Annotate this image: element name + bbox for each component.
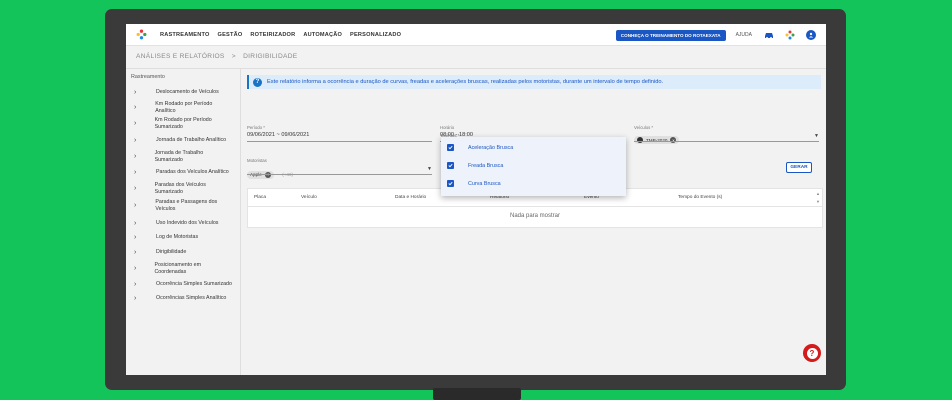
chevron-right-icon: › [134, 104, 137, 112]
monitor-stand [433, 388, 521, 400]
checkbox-checked-icon[interactable] [447, 180, 454, 187]
checkbox-checked-icon[interactable] [447, 162, 454, 169]
sidebar-item[interactable]: › Paradas e Passagens dos Veículos [134, 199, 232, 212]
sidebar-item-label: Deslocamento de Veículos [156, 89, 219, 96]
chevron-right-icon: › [134, 120, 137, 128]
help-link[interactable]: AJUDA [736, 32, 752, 38]
chevron-right-icon: › [134, 249, 137, 256]
top-navigation: RASTREAMENTO GESTÃO ROTEIRIZADOR AUTOMAÇ… [126, 24, 826, 46]
app-logo-icon[interactable] [130, 24, 152, 46]
chevron-right-icon: › [134, 89, 137, 96]
vehicles-label: Veículos * [634, 125, 654, 130]
event-option[interactable]: Curva Brusca [447, 180, 501, 187]
sidebar-item-label: Jornada de Trabalho Analítico [156, 137, 227, 144]
column-header[interactable]: Placa [254, 195, 266, 200]
column-header[interactable]: Data e Horário [395, 195, 426, 200]
column-header[interactable]: Veículo [301, 195, 317, 200]
chevron-right-icon: › [134, 220, 137, 227]
training-button[interactable]: CONHEÇA O TREINAMENTO DO ROTAEXATA [615, 29, 726, 41]
dropdown-arrow-icon[interactable]: ▼ [814, 133, 819, 139]
breadcrumb: ANÁLISES E RELATÓRIOS > DIRIGIBILIDADE [136, 53, 302, 60]
chevron-right-icon: › [134, 137, 137, 144]
chevron-right-icon: › [134, 169, 137, 176]
vehicle-chip[interactable]: TMP-2020 × [634, 136, 680, 144]
sidebar-title: Rastreamento [131, 74, 165, 80]
sidebar-item-label: Posicionamento em Coordenadas [154, 262, 201, 275]
sidebar-item[interactable]: › Km Rodado por Período Sumarizado [134, 117, 226, 130]
vehicle-avatar-icon [637, 137, 643, 143]
breadcrumb-separator: > [231, 53, 236, 60]
period-field[interactable]: Período * 09/06/2021 ~ 09/06/2021 [247, 125, 432, 142]
drivers-field[interactable]: Motoristas Apple × (+46) ▼ [247, 158, 432, 179]
nav-gestao[interactable]: GESTÃO [218, 32, 243, 38]
nav-roteirizador[interactable]: ROTEIRIZADOR [250, 32, 295, 38]
breadcrumb-page: DIRIGIBILIDADE [243, 53, 298, 60]
app-screen: RASTREAMENTO GESTÃO ROTEIRIZADOR AUTOMAÇ… [126, 24, 826, 375]
nav-rastreamento[interactable]: RASTREAMENTO [160, 32, 210, 38]
event-option-label: Curva Brusca [468, 180, 501, 187]
sidebar-item-label: Paradas dos Veículos Analítico [156, 169, 229, 176]
chevron-right-icon: › [134, 265, 137, 273]
sidebar-item-label: Paradas dos Veículos Sumarizado [154, 182, 206, 195]
sidebar-item-label: Ocorrências Simples Analítico [156, 295, 227, 302]
column-header[interactable]: Tempo do Evento (s) [678, 195, 722, 200]
sidebar-item[interactable]: › Uso Indevido dos Veículos [134, 220, 240, 227]
period-label: Período * [247, 125, 265, 130]
sidebar-item[interactable]: › Km Rodado por Período Analítico [134, 101, 226, 114]
period-value[interactable]: 09/06/2021 ~ 09/06/2021 [247, 132, 432, 138]
chevron-right-icon: › [134, 295, 137, 302]
help-fab-button[interactable]: ? [803, 344, 821, 362]
sidebar-item-label: Dirigibilidade [156, 249, 187, 256]
sidebar-item[interactable]: › Jornada de Trabalho Analítico [134, 137, 240, 144]
sidebar-item-label: Log de Motoristas [156, 234, 199, 241]
remove-chip-icon[interactable]: × [670, 137, 677, 143]
info-banner: ? Este relatório informa a ocorrência e … [247, 75, 821, 89]
scroll-arrows-icon[interactable]: ▲ ▼ [816, 190, 820, 206]
sidebar: Rastreamento › Deslocamento de Veículos ›… [126, 69, 241, 375]
checkbox-checked-icon[interactable] [447, 144, 454, 151]
breadcrumb-section[interactable]: ANÁLISES E RELATÓRIOS [136, 53, 225, 60]
vehicles-field[interactable]: Veículos * TMP-2020 × ▼ [634, 125, 819, 144]
sidebar-item-label: Km Rodado por Período Analítico [155, 101, 213, 114]
sidebar-item[interactable]: › Ocorrências Simples Analítico [134, 295, 240, 302]
time-label: Horário [440, 125, 455, 130]
chevron-right-icon: › [134, 234, 137, 241]
sidebar-item[interactable]: › Log de Motoristas [134, 234, 240, 241]
car-icon[interactable] [764, 30, 774, 40]
info-text: Este relatório informa a ocorrência e du… [267, 79, 664, 85]
sidebar-item[interactable]: › Paradas dos Veículos Sumarizado [134, 182, 222, 195]
sidebar-item-label: Ocorrência Simples Sumarizado [156, 281, 232, 288]
sidebar-item-label: Km Rodado por Período Sumarizado [154, 117, 212, 130]
chevron-right-icon: › [134, 202, 137, 210]
events-dropdown-menu: Aceleração Brusca Freada Brusca Curva Br… [441, 137, 626, 196]
chevron-right-icon: › [134, 185, 137, 193]
chevron-right-icon: › [134, 281, 137, 288]
event-option-label: Aceleração Brusca [468, 144, 514, 151]
sidebar-item[interactable]: › Dirigibilidade [134, 249, 240, 256]
apps-logo-icon[interactable] [785, 30, 795, 40]
dropdown-arrow-icon[interactable]: ▼ [427, 166, 432, 172]
event-option[interactable]: Aceleração Brusca [447, 144, 513, 151]
chevron-right-icon: › [134, 153, 137, 161]
sidebar-item[interactable]: › Posicionamento em Coordenadas [134, 262, 219, 275]
sidebar-item-label: Uso Indevido dos Veículos [156, 220, 219, 227]
sidebar-item[interactable]: › Deslocamento de Veículos [134, 89, 240, 96]
event-option[interactable]: Freada Brusca [447, 162, 503, 169]
user-avatar-icon[interactable] [806, 30, 816, 40]
sidebar-item-label: Paradas e Passagens dos Veículos [155, 199, 218, 212]
nav-personalizado[interactable]: PERSONALIZADO [350, 32, 401, 38]
sidebar-item-label: Jornada de Trabalho Sumarizado [154, 150, 204, 163]
empty-message: Nada para mostrar [509, 213, 561, 219]
sidebar-item[interactable]: › Ocorrência Simples Sumarizado [134, 281, 240, 288]
generate-button[interactable]: GERAR [786, 162, 812, 173]
event-option-label: Freada Brusca [468, 162, 504, 169]
question-icon: ? [253, 77, 262, 87]
sidebar-item[interactable]: › Paradas dos Veículos Analítico [134, 169, 240, 176]
sidebar-item[interactable]: › Jornada de Trabalho Sumarizado [134, 150, 219, 163]
main-content: ? Este relatório informa a ocorrência e … [242, 69, 826, 375]
nav-automacao[interactable]: AUTOMAÇÃO [303, 32, 342, 38]
help-question-icon: ? [806, 347, 818, 359]
